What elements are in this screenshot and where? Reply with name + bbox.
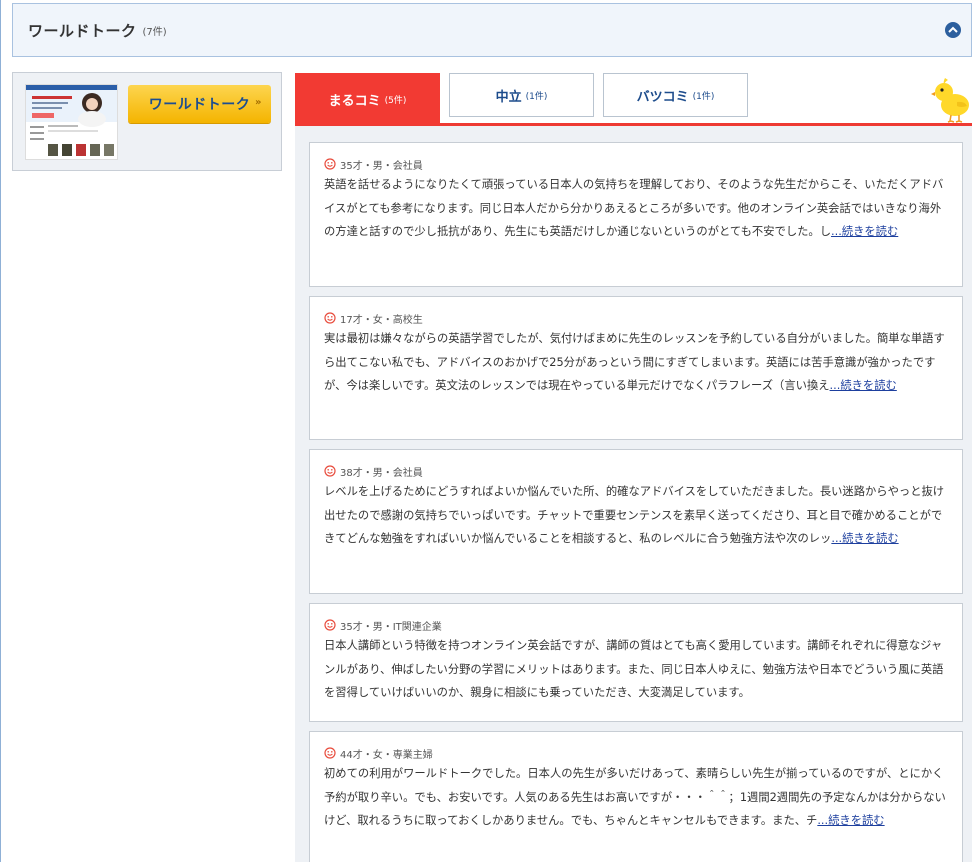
collapse-button[interactable] xyxy=(945,22,961,38)
smiley-icon xyxy=(324,619,336,631)
review-card: 35才・男・会社員 英語を話せるようになりたくて頑張っている日本人の気持ちを理解… xyxy=(309,142,963,287)
tab-negative-count: (1件) xyxy=(692,91,715,102)
section-title: ワールドトーク xyxy=(28,21,137,40)
review-meta: 35才・男・会社員 xyxy=(324,156,949,172)
tab-neutral-label: 中立 xyxy=(495,89,522,105)
visit-site-label: ワールドトーク xyxy=(148,97,251,113)
review-text: 初めての利用がワールドトークでした。日本人の先生が多いだけあって、素晴らしい先生… xyxy=(324,762,949,833)
read-more-link[interactable]: ...続きを読む xyxy=(831,225,898,238)
service-card: ワールドトーク » xyxy=(12,72,282,171)
smiley-icon xyxy=(324,312,336,324)
reviewer-info: 35才・男・IT関連企業 xyxy=(340,621,442,633)
tab-negative-label: バツコミ xyxy=(636,89,689,105)
smiley-icon xyxy=(324,747,336,759)
review-body: 日本人講師という特徴を持つオンライン英会話ですが、講師の質はとても高く愛用してい… xyxy=(324,639,944,700)
reviewer-info: 44才・女・専業主婦 xyxy=(340,749,433,761)
review-text: 日本人講師という特徴を持つオンライン英会話ですが、講師の質はとても高く愛用してい… xyxy=(324,634,949,705)
reviewer-info: 38才・男・会社員 xyxy=(340,467,423,479)
chevron-up-icon xyxy=(948,26,958,33)
visit-site-button[interactable]: ワールドトーク » xyxy=(128,85,271,123)
review-meta: 38才・男・会社員 xyxy=(324,463,949,479)
double-chevron-right-icon: » xyxy=(255,97,262,108)
smiley-icon xyxy=(324,465,336,477)
review-meta: 35才・男・IT関連企業 xyxy=(324,617,949,633)
read-more-link[interactable]: ...続きを読む xyxy=(830,379,897,392)
review-meta: 17才・女・高校生 xyxy=(324,310,949,326)
review-card: 35才・男・IT関連企業 日本人講師という特徴を持つオンライン英会話ですが、講師… xyxy=(309,603,963,722)
section-count: (7件) xyxy=(142,26,167,38)
review-card: 44才・女・専業主婦 初めての利用がワールドトークでした。日本人の先生が多いだけ… xyxy=(309,731,963,862)
site-thumbnail[interactable] xyxy=(25,84,118,160)
tab-neutral[interactable]: 中立 (1件) xyxy=(449,73,594,117)
review-tabs: まるコミ (5件) 中立 (1件) バツコミ (1件) xyxy=(295,73,972,126)
review-card: 38才・男・会社員 レベルを上げるためにどうすればよいか悩んでいた所、的確なアド… xyxy=(309,449,963,594)
review-list: 35才・男・会社員 英語を話せるようになりたくて頑張っている日本人の気持ちを理解… xyxy=(295,126,972,862)
tab-positive-label: まるコミ xyxy=(328,93,381,109)
section-header: ワールドトーク (7件) xyxy=(12,3,972,57)
tab-negative[interactable]: バツコミ (1件) xyxy=(603,73,748,117)
reviewer-info: 17才・女・高校生 xyxy=(340,314,423,326)
site-screenshot-image xyxy=(26,85,117,156)
chick-mascot-icon xyxy=(931,78,969,123)
review-text: 実は最初は嫌々ながらの英語学習でしたが、気付けばまめに先生のレッスンを予約してい… xyxy=(324,327,949,398)
tab-neutral-count: (1件) xyxy=(525,91,548,102)
tab-positive[interactable]: まるコミ (5件) xyxy=(295,73,440,125)
review-text: 英語を話せるようになりたくて頑張っている日本人の気持ちを理解しており、そのような… xyxy=(324,173,949,244)
review-card: 17才・女・高校生 実は最初は嫌々ながらの英語学習でしたが、気付けばまめに先生の… xyxy=(309,296,963,440)
review-meta: 44才・女・専業主婦 xyxy=(324,745,949,761)
review-text: レベルを上げるためにどうすればよいか悩んでいた所、的確なアドバイスをしていただき… xyxy=(324,480,949,551)
tab-positive-count: (5件) xyxy=(384,95,407,106)
smiley-icon xyxy=(324,158,336,170)
reviewer-info: 35才・男・会社員 xyxy=(340,160,423,172)
read-more-link[interactable]: ...続きを読む xyxy=(817,814,884,827)
read-more-link[interactable]: ...続きを読む xyxy=(831,532,898,545)
